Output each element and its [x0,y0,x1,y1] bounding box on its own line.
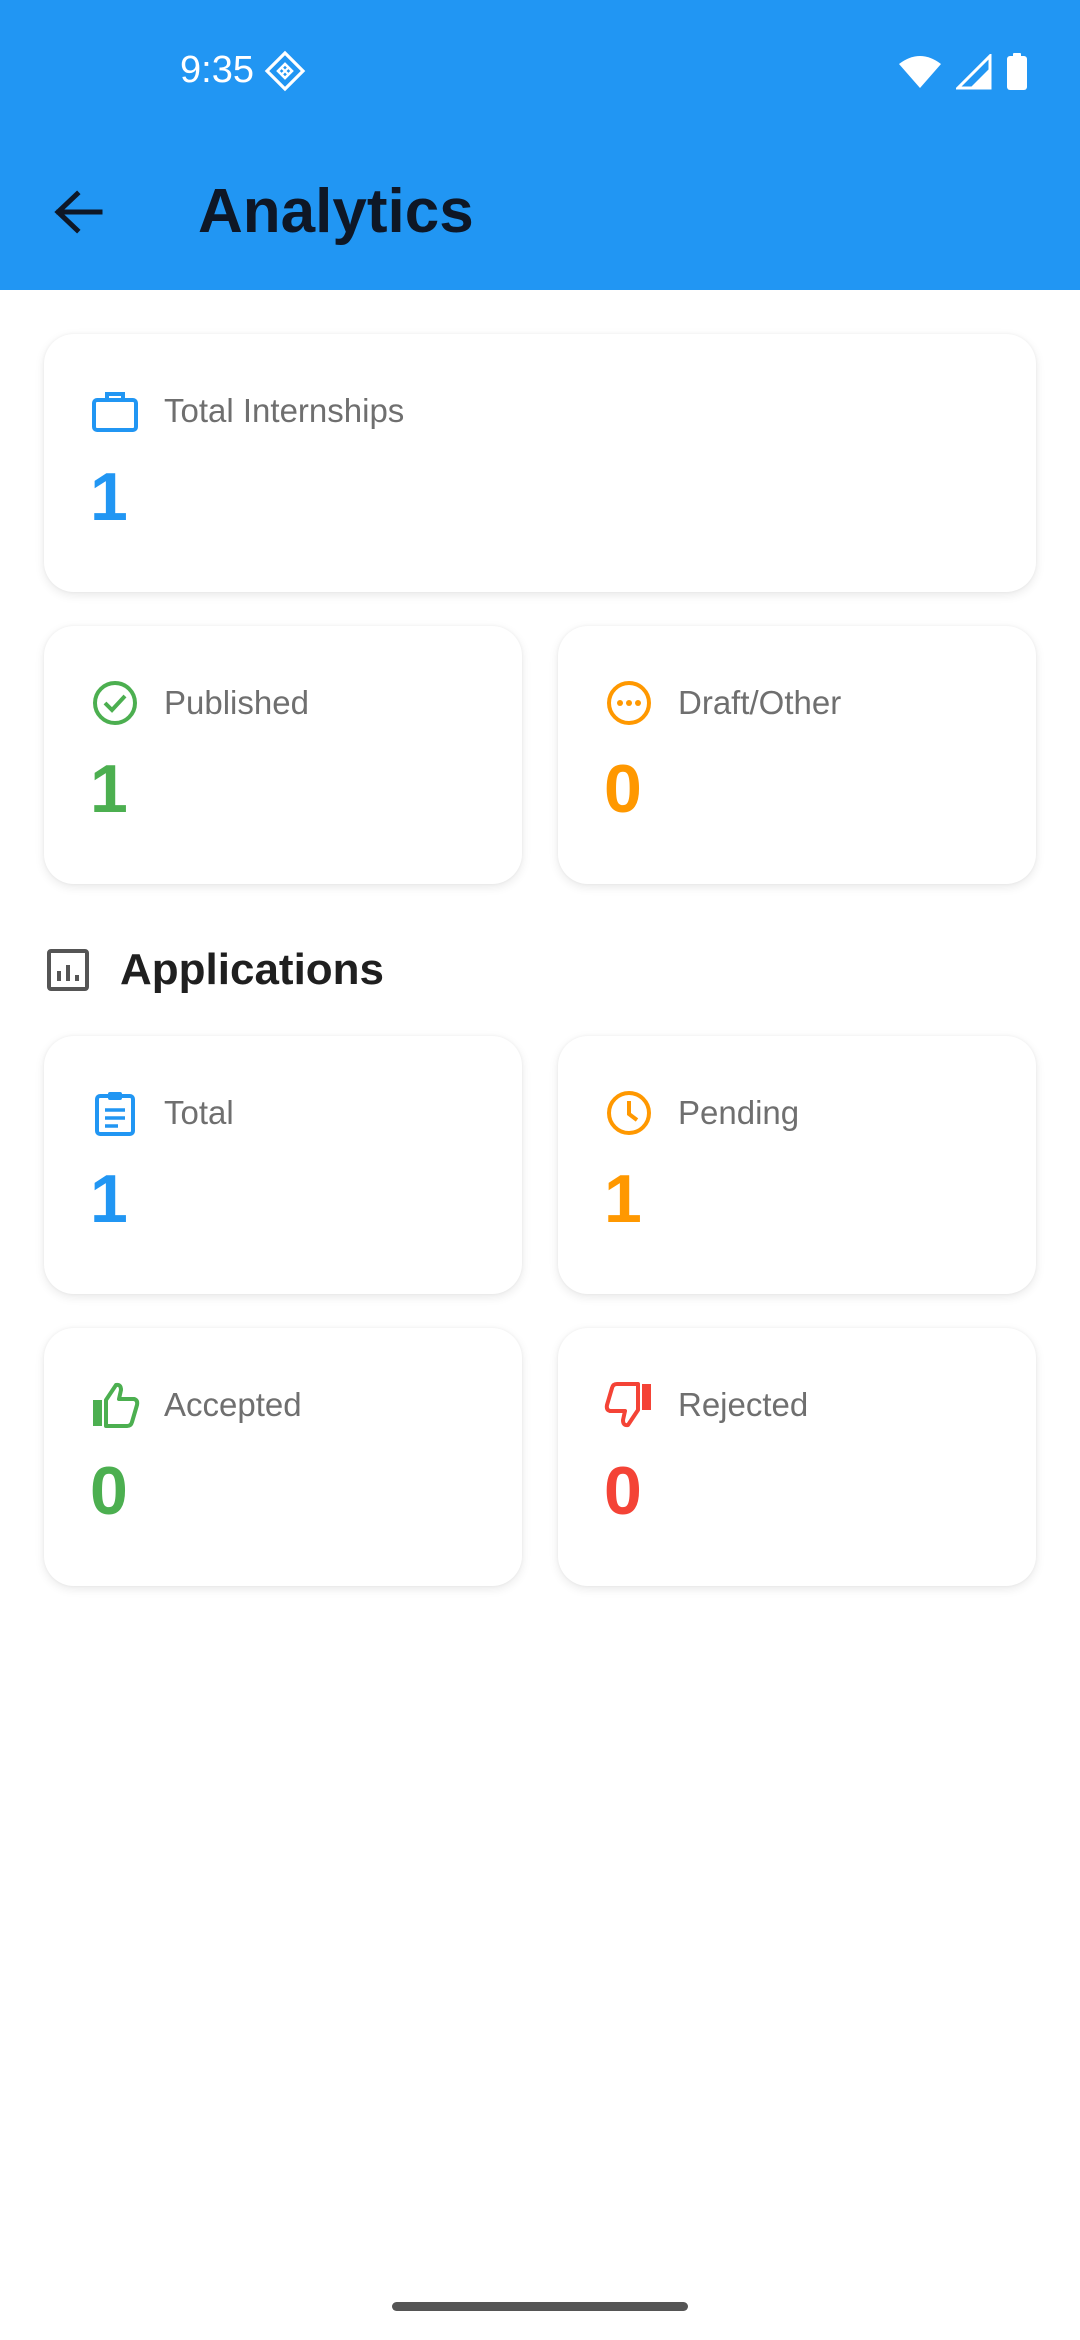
rejected-label: Rejected [678,1386,809,1423]
pending-card: Pending 1 [558,1036,1036,1294]
applications-heading: Applications [46,940,384,1000]
battery-icon [1007,53,1027,90]
total-internships-value: 1 [90,459,128,535]
total-internships-label: Total Internships [164,392,405,429]
analytics-chart-icon [47,949,89,991]
draft-other-value: 0 [604,751,642,827]
applications-title: Applications [120,945,385,994]
data-saver-icon [264,50,306,92]
published-value: 1 [90,751,128,827]
app-bar: 9:35 Analytics [0,0,1080,290]
applications-total-card: Total 1 [44,1036,522,1294]
applications-total-label: Total [164,1094,234,1131]
total-internships-card: Total Internships 1 [44,334,1036,592]
draft-other-card: Draft/Other 0 [558,626,1036,884]
accepted-label: Accepted [164,1386,302,1423]
clipboard-icon [95,1092,135,1136]
check-circle-icon [93,681,137,725]
pending-value: 1 [604,1161,642,1237]
back-button[interactable] [46,180,110,244]
pending-label: Pending [678,1094,800,1131]
draft-other-label: Draft/Other [678,684,842,721]
published-label: Published [164,684,309,721]
accepted-card: Accepted 0 [44,1328,522,1586]
status-time: 9:35 [180,49,254,91]
rejected-value: 0 [604,1453,642,1529]
clock-icon [607,1091,651,1135]
arrow-back-icon [54,190,103,234]
status-icons [898,52,1028,92]
home-indicator[interactable] [392,2302,688,2311]
accepted-value: 0 [90,1453,128,1529]
more-horiz-circle-icon [607,681,651,725]
thumb-down-icon [604,1382,651,1428]
cellular-signal-icon [956,54,992,90]
thumb-up-icon [93,1382,140,1428]
rejected-card: Rejected 0 [558,1328,1036,1586]
published-card: Published 1 [44,626,522,884]
wifi-icon [899,56,941,88]
applications-total-value: 1 [90,1161,128,1237]
briefcase-icon [92,392,138,432]
page-title: Analytics [198,177,474,246]
